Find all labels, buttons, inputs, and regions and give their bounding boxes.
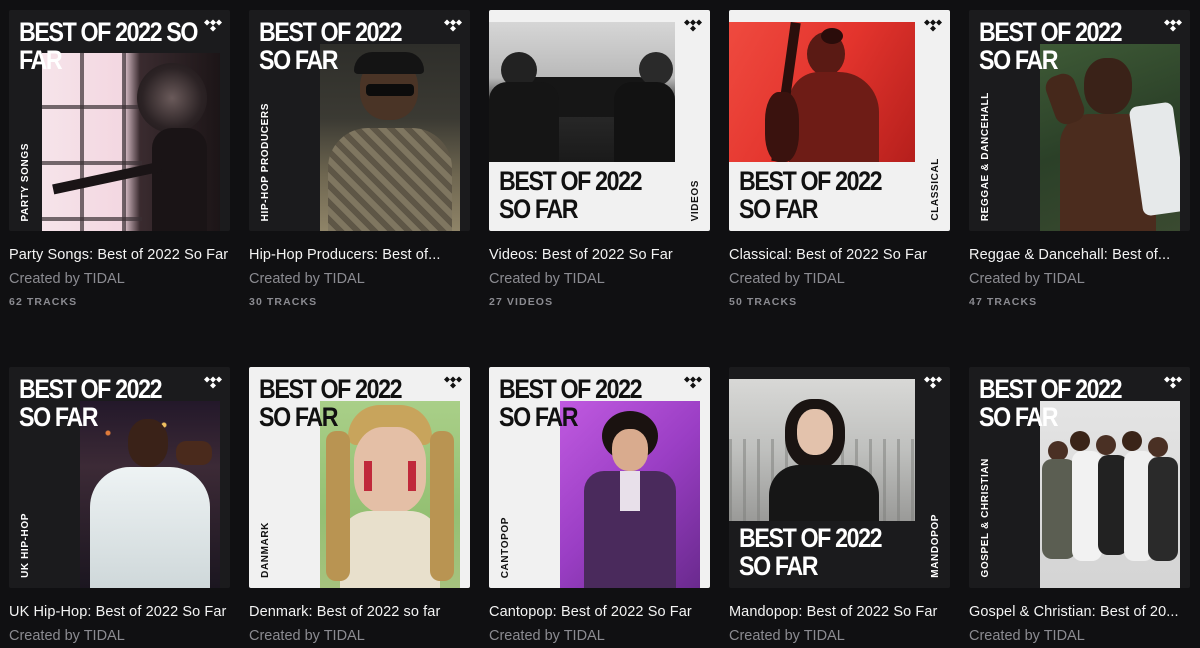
playlist-card[interactable]: BEST OF 2022 SO FAR PARTY SONGS Party So… — [9, 10, 230, 308]
playlist-grid: BEST OF 2022 SO FAR PARTY SONGS Party So… — [0, 0, 1200, 648]
genre-label: MANDOPOP — [929, 514, 941, 578]
playlist-card[interactable]: BEST OF 2022 SO FAR UK HIP-HOP UK Hip-Ho… — [9, 367, 230, 644]
cover-headline: BEST OF 2022 SO FAR — [739, 166, 883, 224]
playlist-title[interactable]: Hip-Hop Producers: Best of... — [249, 247, 470, 263]
playlist-title[interactable]: Denmark: Best of 2022 so far — [249, 604, 470, 620]
playlist-creator[interactable]: Created by TIDAL — [489, 271, 710, 287]
playlist-title[interactable]: Videos: Best of 2022 So Far — [489, 247, 710, 263]
tidal-logo-icon — [444, 19, 462, 32]
playlist-title[interactable]: Party Songs: Best of 2022 So Far — [9, 247, 230, 263]
playlist-creator[interactable]: Created by TIDAL — [249, 628, 470, 644]
cover-photo — [729, 379, 915, 521]
playlist-cover[interactable]: BEST OF 2022 SO FAR HIP-HOP PRODUCERS — [249, 10, 470, 231]
playlist-creator[interactable]: Created by TIDAL — [9, 271, 230, 287]
cover-headline: BEST OF 2022 SO FAR — [499, 374, 643, 432]
cover-photo — [42, 53, 220, 231]
cover-photo — [729, 22, 915, 162]
playlist-card[interactable]: BEST OF 2022 SO FAR GOSPEL & CHRISTIAN G… — [969, 367, 1190, 644]
track-count: 50 TRACKS — [729, 296, 798, 308]
playlist-creator[interactable]: Created by TIDAL — [969, 271, 1190, 287]
tidal-logo-icon — [204, 376, 222, 389]
playlist-card[interactable]: BEST OF 2022 SO FAR CLASSICAL Classical:… — [729, 10, 950, 308]
cover-headline: BEST OF 2022 SO FAR — [19, 17, 198, 75]
playlist-title[interactable]: UK Hip-Hop: Best of 2022 So Far — [9, 604, 230, 620]
cover-headline: BEST OF 2022 SO FAR — [739, 523, 883, 581]
genre-label: UK HIP-HOP — [19, 513, 31, 578]
cover-headline: BEST OF 2022 SO FAR — [259, 374, 403, 432]
playlist-creator[interactable]: Created by TIDAL — [9, 628, 230, 644]
tidal-logo-icon — [924, 376, 942, 389]
tidal-logo-icon — [1164, 19, 1182, 32]
playlist-title[interactable]: Reggae & Dancehall: Best of... — [969, 247, 1190, 263]
cover-headline: BEST OF 2022 SO FAR — [979, 374, 1123, 432]
tidal-logo-icon — [684, 19, 702, 32]
genre-label: PARTY SONGS — [19, 142, 31, 221]
playlist-cover[interactable]: BEST OF 2022 SO FAR CANTOPOP — [489, 367, 710, 588]
tidal-logo-icon — [924, 19, 942, 32]
tidal-logo-icon — [684, 376, 702, 389]
track-count: 30 TRACKS — [249, 296, 318, 308]
playlist-card[interactable]: BEST OF 2022 SO FAR DANMARK Denmark: Bes… — [249, 367, 470, 644]
playlist-cover[interactable]: BEST OF 2022 SO FAR CLASSICAL — [729, 10, 950, 231]
cover-headline: BEST OF 2022 SO FAR — [499, 166, 643, 224]
playlist-creator[interactable]: Created by TIDAL — [969, 628, 1190, 644]
cover-headline: BEST OF 2022 SO FAR — [19, 374, 163, 432]
playlist-card[interactable]: BEST OF 2022 SO FAR HIP-HOP PRODUCERS Hi… — [249, 10, 470, 308]
playlist-cover[interactable]: BEST OF 2022 SO FAR GOSPEL & CHRISTIAN — [969, 367, 1190, 588]
playlist-creator[interactable]: Created by TIDAL — [249, 271, 470, 287]
genre-label: VIDEOS — [689, 179, 701, 221]
tidal-logo-icon — [1164, 376, 1182, 389]
playlist-cover[interactable]: BEST OF 2022 SO FAR MANDOPOP — [729, 367, 950, 588]
playlist-cover[interactable]: BEST OF 2022 SO FAR PARTY SONGS — [9, 10, 230, 231]
track-count: 27 VIDEOS — [489, 296, 554, 308]
genre-label: DANMARK — [259, 522, 271, 578]
cover-headline: BEST OF 2022 SO FAR — [259, 17, 403, 75]
playlist-cover[interactable]: BEST OF 2022 SO FAR UK HIP-HOP — [9, 367, 230, 588]
genre-label: HIP-HOP PRODUCERS — [259, 102, 271, 221]
playlist-card[interactable]: BEST OF 2022 SO FAR VIDEOS Videos: Best … — [489, 10, 710, 308]
playlist-creator[interactable]: Created by TIDAL — [489, 628, 710, 644]
tidal-logo-icon — [444, 376, 462, 389]
playlist-card[interactable]: BEST OF 2022 SO FAR MANDOPOP Mandopop: B… — [729, 367, 950, 644]
playlist-title[interactable]: Gospel & Christian: Best of 20... — [969, 604, 1190, 620]
playlist-title[interactable]: Classical: Best of 2022 So Far — [729, 247, 950, 263]
playlist-creator[interactable]: Created by TIDAL — [729, 271, 950, 287]
cover-headline: BEST OF 2022 SO FAR — [979, 17, 1123, 75]
genre-label: CLASSICAL — [929, 158, 941, 221]
genre-label: CANTOPOP — [499, 516, 511, 578]
playlist-title[interactable]: Cantopop: Best of 2022 So Far — [489, 604, 710, 620]
playlist-cover[interactable]: BEST OF 2022 SO FAR DANMARK — [249, 367, 470, 588]
playlist-card[interactable]: BEST OF 2022 SO FAR REGGAE & DANCEHALL R… — [969, 10, 1190, 308]
genre-label: REGGAE & DANCEHALL — [979, 91, 991, 221]
playlist-creator[interactable]: Created by TIDAL — [729, 628, 950, 644]
tidal-logo-icon — [204, 19, 222, 32]
playlist-title[interactable]: Mandopop: Best of 2022 So Far — [729, 604, 950, 620]
genre-label: GOSPEL & CHRISTIAN — [979, 458, 991, 578]
track-count: 47 TRACKS — [969, 296, 1038, 308]
playlist-card[interactable]: BEST OF 2022 SO FAR CANTOPOP Cantopop: B… — [489, 367, 710, 644]
playlist-cover[interactable]: BEST OF 2022 SO FAR VIDEOS — [489, 10, 710, 231]
track-count: 62 TRACKS — [9, 296, 78, 308]
playlist-cover[interactable]: BEST OF 2022 SO FAR REGGAE & DANCEHALL — [969, 10, 1190, 231]
cover-photo — [489, 22, 675, 162]
